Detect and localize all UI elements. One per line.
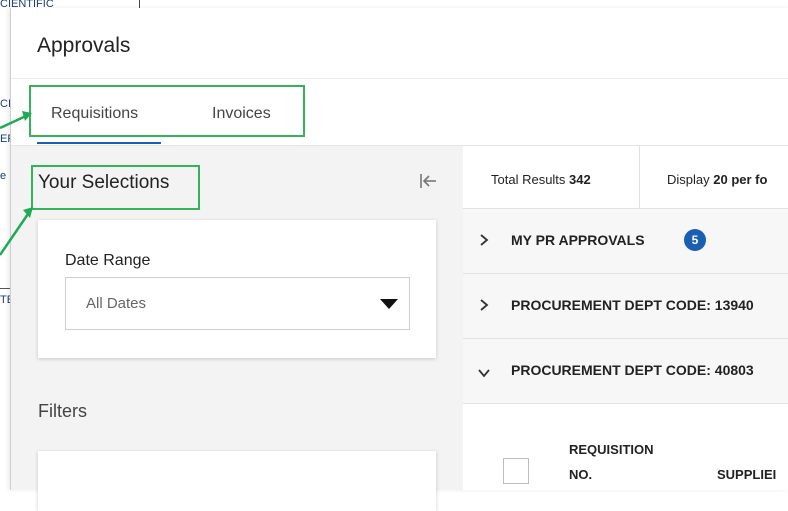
approvals-panel: Approvals Requisitions Invoices Your Sel…: [10, 8, 788, 511]
display-label: Display: [667, 172, 710, 187]
tab-invoices[interactable]: Invoices: [212, 105, 271, 123]
your-selections-title: Your Selections: [38, 172, 170, 193]
active-tab-indicator: [37, 142, 161, 144]
select-all-checkbox[interactable]: [503, 458, 529, 484]
chevron-right-icon: [479, 298, 489, 317]
chevron-down-icon: [477, 365, 491, 383]
tab-requisitions[interactable]: Requisitions: [51, 105, 138, 123]
page-title: Approvals: [37, 34, 131, 57]
title-divider: [11, 78, 788, 79]
column-header-supplier: SUPPLIEI: [717, 467, 777, 482]
background-divider: [0, 288, 10, 289]
toolbar-divider: [639, 146, 640, 208]
date-range-card: Date Range All Dates: [38, 220, 436, 358]
count-badge: 5: [684, 229, 706, 251]
collapse-left-icon[interactable]: [417, 170, 439, 192]
column-header-requisition-line2: NO.: [569, 467, 593, 482]
group-row-dept-13940[interactable]: PROCUREMENT DEPT CODE: 13940: [463, 274, 788, 339]
date-range-select[interactable]: All Dates: [65, 277, 410, 330]
group-label: PROCUREMENT DEPT CODE: 40803: [511, 362, 754, 378]
display-per-page[interactable]: Display 20 per fo: [667, 172, 767, 187]
group-row-my-pr-approvals[interactable]: MY PR APPROVALS 5: [463, 209, 788, 274]
total-results-label: Total Results: [491, 172, 566, 187]
chevron-right-icon: [479, 233, 489, 252]
date-range-value: All Dates: [86, 295, 147, 312]
selections-sidebar: Your Selections Date Range All Dates Fil…: [11, 146, 463, 511]
background-text-fragment: e: [0, 170, 7, 182]
approvals-tabs: Requisitions Invoices: [33, 88, 593, 144]
results-panel: Total Results 342 Display 20 per fo MY P…: [463, 146, 788, 490]
group-label: MY PR APPROVALS: [511, 232, 645, 248]
filter-card: [38, 451, 436, 511]
results-toolbar: Total Results 342 Display 20 per fo: [463, 146, 788, 209]
column-header-requisition-line1: REQUISITION: [569, 442, 654, 457]
total-results: Total Results 342: [491, 172, 591, 187]
filters-title: Filters: [38, 401, 87, 421]
display-value: 20 per fo: [713, 172, 768, 187]
group-label: PROCUREMENT DEPT CODE: 13940: [511, 297, 754, 313]
date-range-label: Date Range: [65, 252, 151, 269]
caret-down-icon: [380, 297, 398, 315]
group-row-dept-40803[interactable]: PROCUREMENT DEPT CODE: 40803: [463, 339, 788, 404]
total-results-value: 342: [569, 172, 591, 187]
